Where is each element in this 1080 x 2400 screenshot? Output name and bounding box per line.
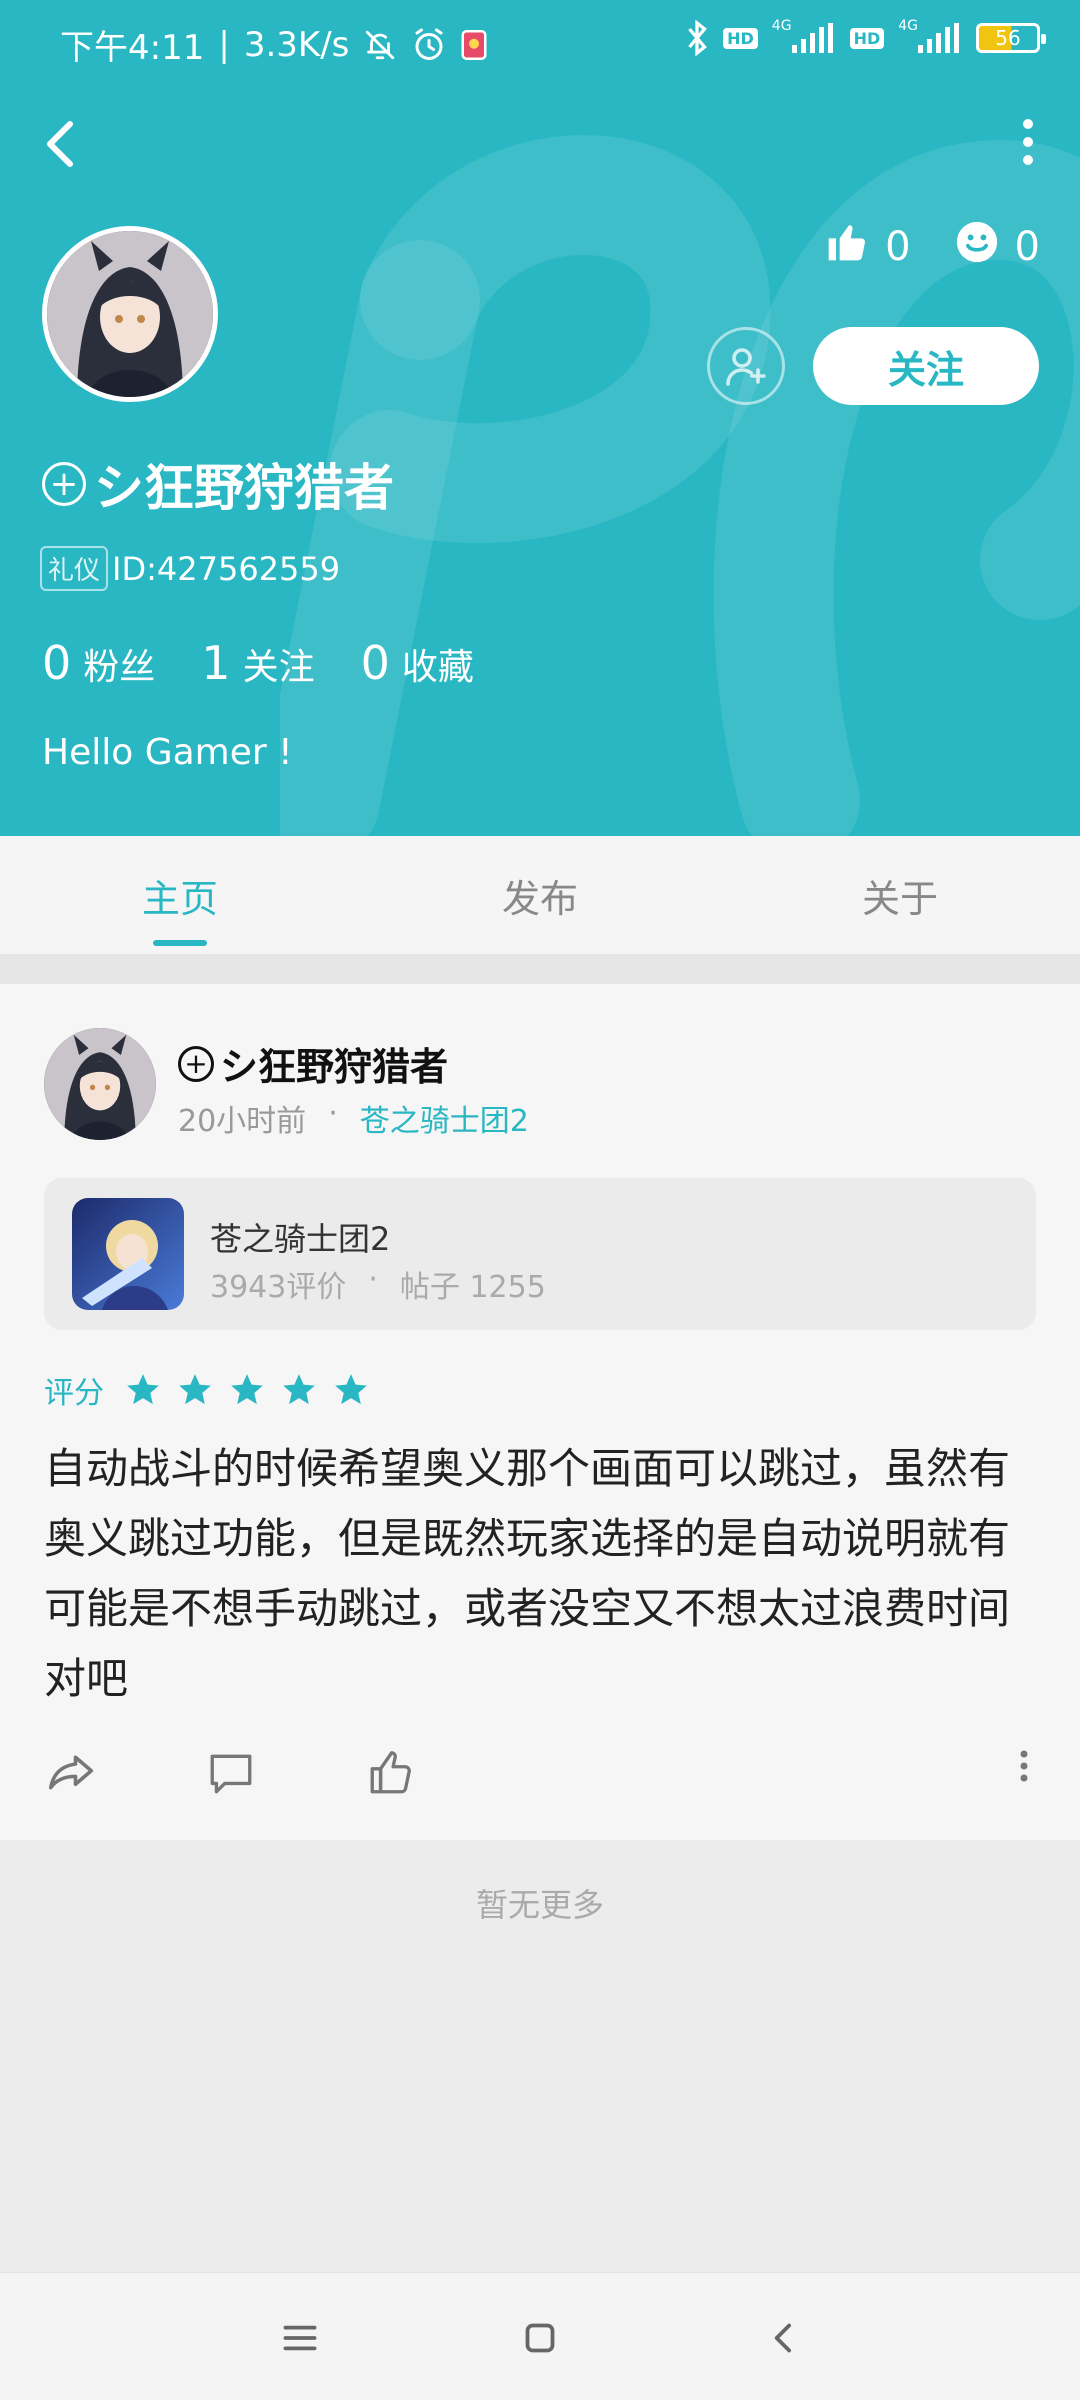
tab-posts[interactable]: 发布 bbox=[360, 836, 720, 954]
follow-button[interactable]: 关注 bbox=[813, 327, 1039, 405]
post-game-link[interactable]: 苍之骑士团2 bbox=[360, 1096, 529, 1140]
comment-icon[interactable] bbox=[206, 1746, 266, 1806]
watermark-logo bbox=[280, 135, 1080, 836]
profile-stats: 0 粉丝 1 关注 0 收藏 bbox=[42, 636, 474, 690]
star-icon bbox=[335, 1374, 367, 1405]
reaction-counters: 0 0 bbox=[825, 220, 1040, 274]
post-body[interactable]: 自动战斗的时候希望奥义那个画面可以跳过，虽然有奥义跳过功能，但是既然玩家选择的是… bbox=[44, 1434, 1034, 1714]
post-actions bbox=[44, 1746, 1044, 1806]
battery-icon: 56 bbox=[976, 23, 1046, 53]
section-divider bbox=[0, 954, 1080, 984]
profile-bio: Hello Gamer ! bbox=[42, 732, 293, 773]
stat-fans[interactable]: 0 粉丝 bbox=[42, 636, 155, 690]
share-icon[interactable] bbox=[44, 1746, 104, 1806]
profile-id-row: 礼仪 ID:427562559 bbox=[40, 546, 340, 591]
home-icon[interactable] bbox=[515, 2313, 565, 2363]
hd-badge-2: HD bbox=[849, 27, 885, 49]
plus-circle-icon: + bbox=[42, 462, 86, 506]
more-options-button[interactable] bbox=[1016, 118, 1040, 166]
star-icon bbox=[179, 1374, 211, 1405]
thumbs-up-icon bbox=[825, 220, 869, 274]
like-counter[interactable]: 0 bbox=[825, 220, 911, 274]
smile-counter[interactable]: 0 bbox=[955, 220, 1040, 274]
stat-following[interactable]: 1 关注 bbox=[201, 636, 314, 690]
no-more-text: 暂无更多 bbox=[475, 1886, 604, 1924]
nav-back-icon[interactable] bbox=[760, 2313, 810, 2363]
star-icon bbox=[127, 1374, 159, 1405]
post-author-name[interactable]: + シ狂野狩猎者 bbox=[178, 1036, 448, 1091]
signal-icon: 4G bbox=[772, 18, 836, 53]
stat-favorites[interactable]: 0 收藏 bbox=[361, 636, 474, 690]
post-more-icon[interactable] bbox=[1016, 1746, 1044, 1806]
game-card-stats: 3943评价 · 帖子 1255 bbox=[210, 1262, 546, 1305]
review-post: + シ狂野狩猎者 20小时前 · 苍之骑士团2 苍之骑士团2 3943评价 · … bbox=[0, 984, 1080, 1840]
tab-home[interactable]: 主页 bbox=[0, 836, 360, 954]
tab-about[interactable]: 关于 bbox=[720, 836, 1080, 954]
alarm-icon bbox=[411, 27, 447, 63]
post-meta: 20小时前 · 苍之骑士团2 bbox=[178, 1096, 529, 1140]
game-icon bbox=[72, 1198, 184, 1310]
profile-username: + シ狂野狩猎者 bbox=[42, 448, 394, 520]
profile-header: 下午4:11 | 3.3K/s HD 4G HD 4G 56 0 0 关注 + … bbox=[0, 0, 1080, 836]
clock: 下午4:11 bbox=[60, 28, 205, 68]
meta-dot: · bbox=[328, 1096, 338, 1131]
profile-avatar[interactable] bbox=[42, 226, 218, 402]
rating-label: 评分 bbox=[44, 1376, 104, 1411]
add-friend-button[interactable] bbox=[707, 327, 785, 405]
post-author-avatar[interactable] bbox=[44, 1028, 156, 1140]
profile-id: ID:427562559 bbox=[112, 549, 341, 588]
signal-icon-2: 4G bbox=[898, 18, 962, 53]
etiquette-badge[interactable]: 礼仪 bbox=[40, 546, 109, 591]
smile-icon bbox=[955, 220, 999, 274]
status-bar: 下午4:11 | 3.3K/s HD 4G HD 4G 56 bbox=[0, 0, 1080, 84]
back-button[interactable] bbox=[38, 114, 82, 174]
profile-tabs: 主页 发布 关于 bbox=[0, 836, 1080, 954]
app-notification-icon bbox=[461, 29, 487, 60]
net-speed: 3.3K/s bbox=[243, 24, 350, 65]
hd-badge: HD bbox=[723, 27, 758, 49]
menu-icon[interactable] bbox=[275, 2313, 325, 2363]
game-card[interactable]: 苍之骑士团2 3943评价 · 帖子 1255 bbox=[44, 1178, 1036, 1330]
star-icon bbox=[231, 1374, 263, 1405]
post-rating: 评分 bbox=[44, 1368, 370, 1412]
star-icon bbox=[283, 1374, 315, 1405]
plus-circle-icon: + bbox=[178, 1045, 214, 1082]
rating-stars bbox=[124, 1371, 370, 1409]
game-card-name: 苍之骑士团2 bbox=[210, 1220, 391, 1258]
system-nav-bar bbox=[0, 2272, 1080, 2400]
like-icon[interactable] bbox=[366, 1746, 426, 1806]
post-time: 20小时前 bbox=[178, 1104, 307, 1139]
bluetooth-icon bbox=[685, 20, 709, 56]
bell-off-icon bbox=[363, 27, 397, 63]
